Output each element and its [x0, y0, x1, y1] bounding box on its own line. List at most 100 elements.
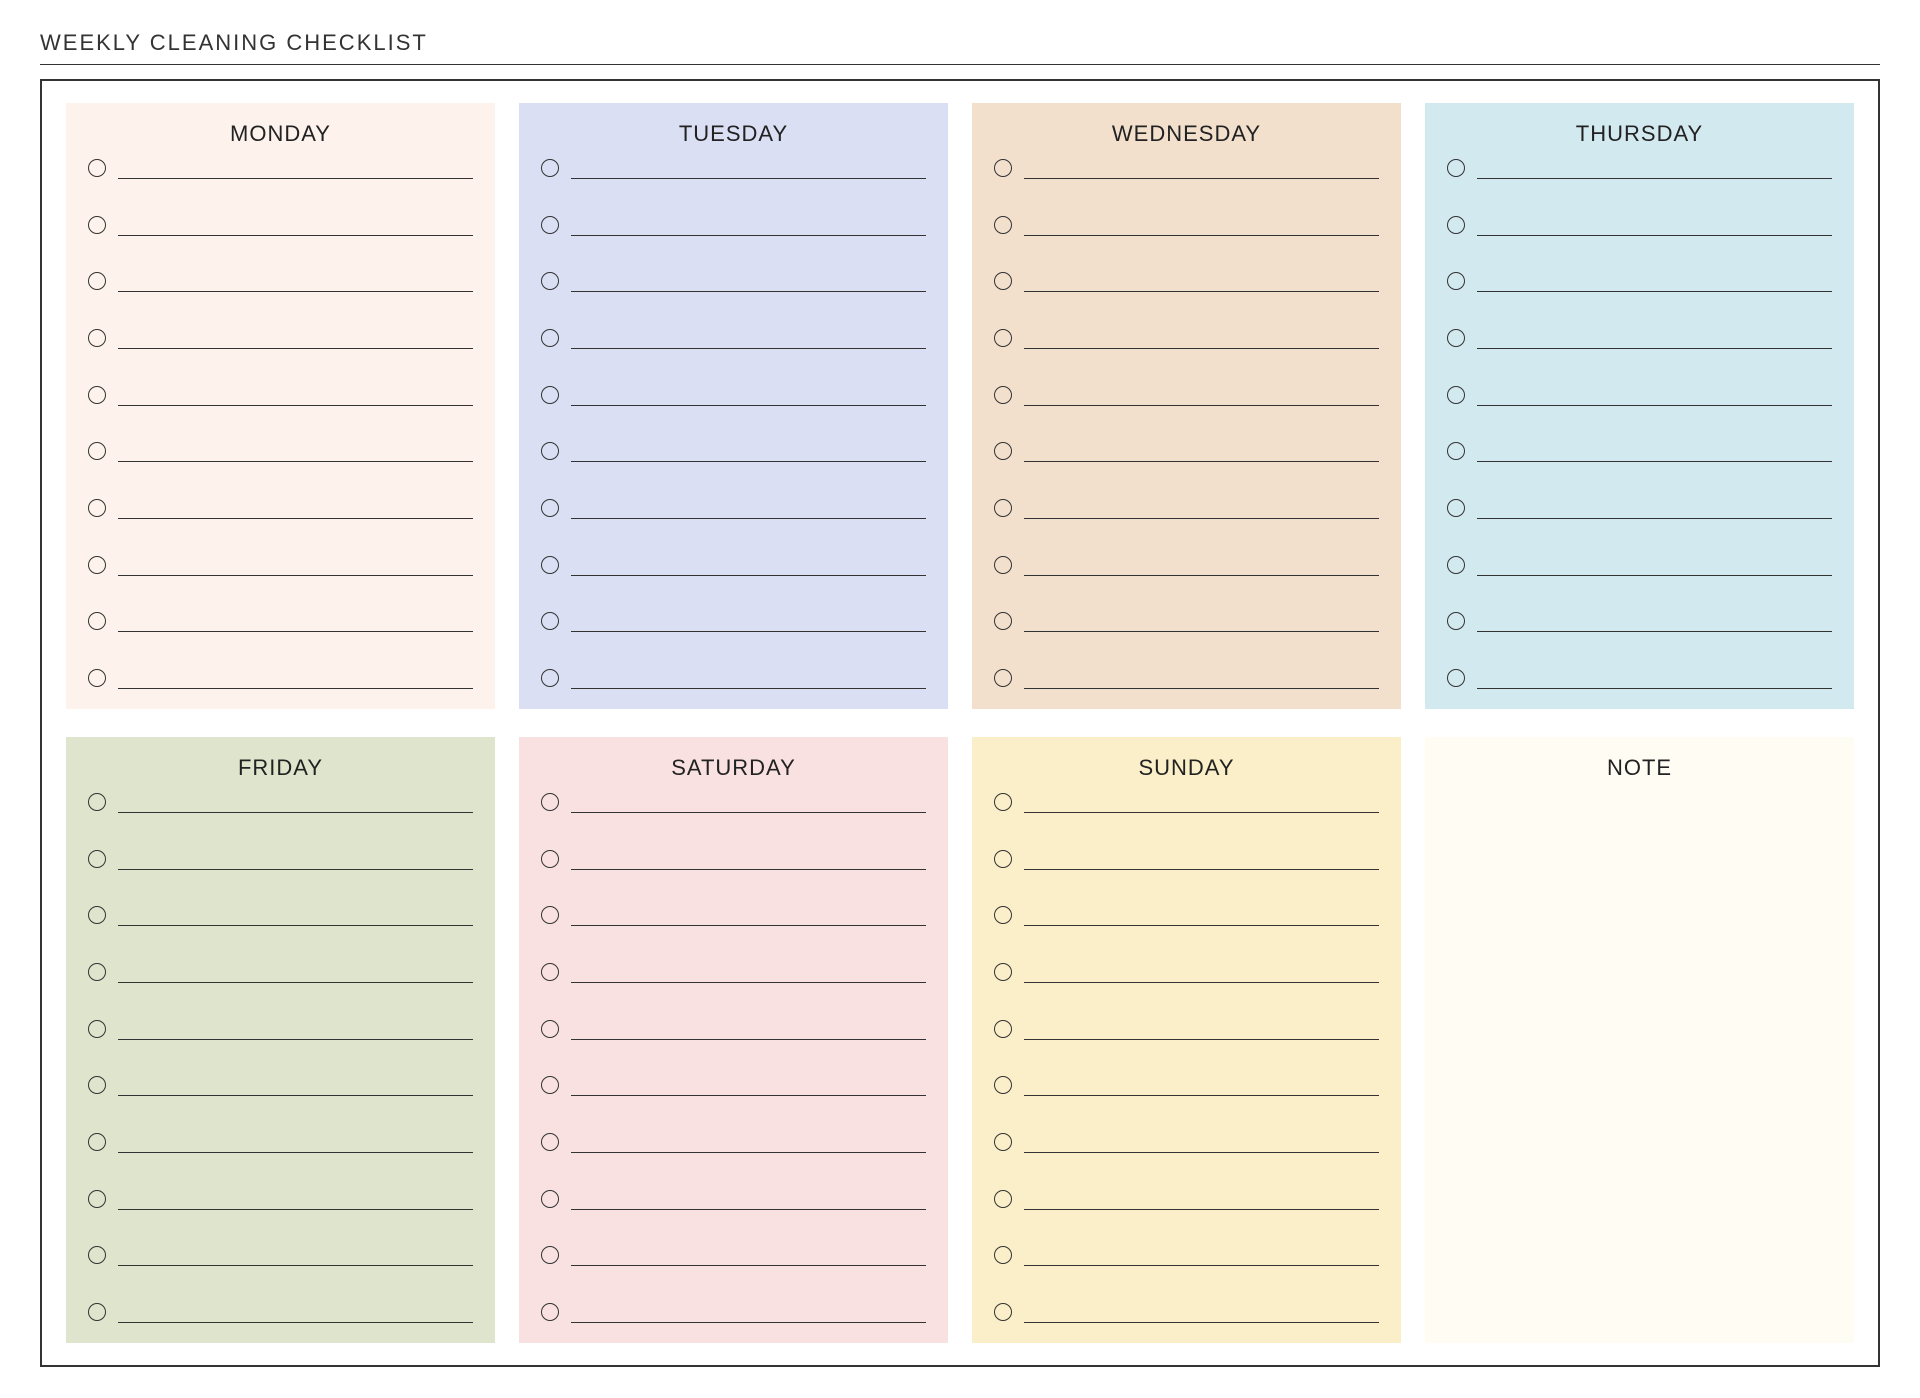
checkbox-circle-icon[interactable] — [994, 963, 1012, 981]
checkbox-circle-icon[interactable] — [994, 1076, 1012, 1094]
write-line[interactable] — [1024, 218, 1379, 236]
write-line[interactable] — [118, 558, 473, 576]
checklist-line[interactable] — [88, 329, 473, 349]
checkbox-circle-icon[interactable] — [541, 669, 559, 687]
checkbox-circle-icon[interactable] — [541, 1076, 559, 1094]
checklist-line[interactable] — [541, 906, 926, 926]
checklist-line[interactable] — [994, 1303, 1379, 1323]
checklist-line[interactable] — [541, 1076, 926, 1096]
write-line[interactable] — [118, 444, 473, 462]
checkbox-circle-icon[interactable] — [88, 1303, 106, 1321]
checkbox-circle-icon[interactable] — [994, 1133, 1012, 1151]
checklist-line[interactable] — [994, 669, 1379, 689]
checklist-line[interactable] — [994, 1190, 1379, 1210]
checkbox-circle-icon[interactable] — [1447, 386, 1465, 404]
write-line[interactable] — [118, 1305, 473, 1323]
write-line[interactable] — [1477, 501, 1832, 519]
checkbox-circle-icon[interactable] — [541, 793, 559, 811]
checklist-line[interactable] — [541, 850, 926, 870]
checklist-line[interactable] — [541, 386, 926, 406]
write-line[interactable] — [118, 218, 473, 236]
checkbox-circle-icon[interactable] — [541, 442, 559, 460]
write-line[interactable] — [1024, 1022, 1379, 1040]
checklist-line[interactable] — [1447, 216, 1832, 236]
checklist-line[interactable] — [1447, 612, 1832, 632]
write-line[interactable] — [571, 1248, 926, 1266]
write-line[interactable] — [571, 501, 926, 519]
write-line[interactable] — [571, 274, 926, 292]
write-line[interactable] — [571, 965, 926, 983]
write-line[interactable] — [118, 908, 473, 926]
checkbox-circle-icon[interactable] — [541, 963, 559, 981]
write-line[interactable] — [1477, 388, 1832, 406]
write-line[interactable] — [1477, 558, 1832, 576]
checkbox-circle-icon[interactable] — [994, 386, 1012, 404]
write-line[interactable] — [571, 444, 926, 462]
checklist-line[interactable] — [88, 1020, 473, 1040]
checkbox-circle-icon[interactable] — [88, 1133, 106, 1151]
checklist-line[interactable] — [994, 793, 1379, 813]
checkbox-circle-icon[interactable] — [541, 499, 559, 517]
checklist-line[interactable] — [541, 669, 926, 689]
write-line[interactable] — [571, 908, 926, 926]
checkbox-circle-icon[interactable] — [994, 793, 1012, 811]
write-line[interactable] — [118, 1022, 473, 1040]
write-line[interactable] — [1024, 388, 1379, 406]
checklist-line[interactable] — [88, 1303, 473, 1323]
checklist-line[interactable] — [994, 612, 1379, 632]
checklist-line[interactable] — [541, 612, 926, 632]
checkbox-circle-icon[interactable] — [541, 1246, 559, 1264]
checklist-line[interactable] — [88, 1190, 473, 1210]
checklist-line[interactable] — [1447, 272, 1832, 292]
write-line[interactable] — [571, 558, 926, 576]
write-line[interactable] — [1477, 614, 1832, 632]
write-line[interactable] — [571, 388, 926, 406]
checklist-line[interactable] — [1447, 442, 1832, 462]
checkbox-circle-icon[interactable] — [88, 556, 106, 574]
checklist-line[interactable] — [541, 499, 926, 519]
write-line[interactable] — [118, 614, 473, 632]
checkbox-circle-icon[interactable] — [541, 1133, 559, 1151]
write-line[interactable] — [118, 1078, 473, 1096]
checkbox-circle-icon[interactable] — [994, 906, 1012, 924]
write-line[interactable] — [1024, 558, 1379, 576]
write-line[interactable] — [118, 388, 473, 406]
write-line[interactable] — [571, 852, 926, 870]
write-line[interactable] — [1024, 331, 1379, 349]
write-line[interactable] — [1024, 908, 1379, 926]
checklist-line[interactable] — [88, 216, 473, 236]
checklist-line[interactable] — [1447, 556, 1832, 576]
checkbox-circle-icon[interactable] — [88, 963, 106, 981]
checkbox-circle-icon[interactable] — [994, 556, 1012, 574]
checkbox-circle-icon[interactable] — [88, 1020, 106, 1038]
checklist-line[interactable] — [994, 159, 1379, 179]
checklist-line[interactable] — [994, 556, 1379, 576]
checkbox-circle-icon[interactable] — [541, 272, 559, 290]
checkbox-circle-icon[interactable] — [88, 906, 106, 924]
write-line[interactable] — [118, 965, 473, 983]
checkbox-circle-icon[interactable] — [1447, 272, 1465, 290]
checkbox-circle-icon[interactable] — [541, 216, 559, 234]
checkbox-circle-icon[interactable] — [1447, 556, 1465, 574]
checkbox-circle-icon[interactable] — [994, 669, 1012, 687]
checklist-line[interactable] — [541, 793, 926, 813]
checklist-line[interactable] — [88, 442, 473, 462]
checkbox-circle-icon[interactable] — [994, 1246, 1012, 1264]
checklist-line[interactable] — [994, 1020, 1379, 1040]
checklist-line[interactable] — [994, 216, 1379, 236]
checkbox-circle-icon[interactable] — [541, 386, 559, 404]
checkbox-circle-icon[interactable] — [88, 669, 106, 687]
checkbox-circle-icon[interactable] — [541, 1020, 559, 1038]
write-line[interactable] — [1024, 501, 1379, 519]
write-line[interactable] — [1477, 218, 1832, 236]
write-line[interactable] — [571, 1022, 926, 1040]
write-line[interactable] — [1024, 852, 1379, 870]
write-line[interactable] — [571, 161, 926, 179]
checklist-line[interactable] — [541, 963, 926, 983]
checkbox-circle-icon[interactable] — [88, 329, 106, 347]
checkbox-circle-icon[interactable] — [1447, 499, 1465, 517]
checkbox-circle-icon[interactable] — [994, 442, 1012, 460]
checklist-line[interactable] — [1447, 669, 1832, 689]
checklist-line[interactable] — [88, 1076, 473, 1096]
write-line[interactable] — [1024, 965, 1379, 983]
